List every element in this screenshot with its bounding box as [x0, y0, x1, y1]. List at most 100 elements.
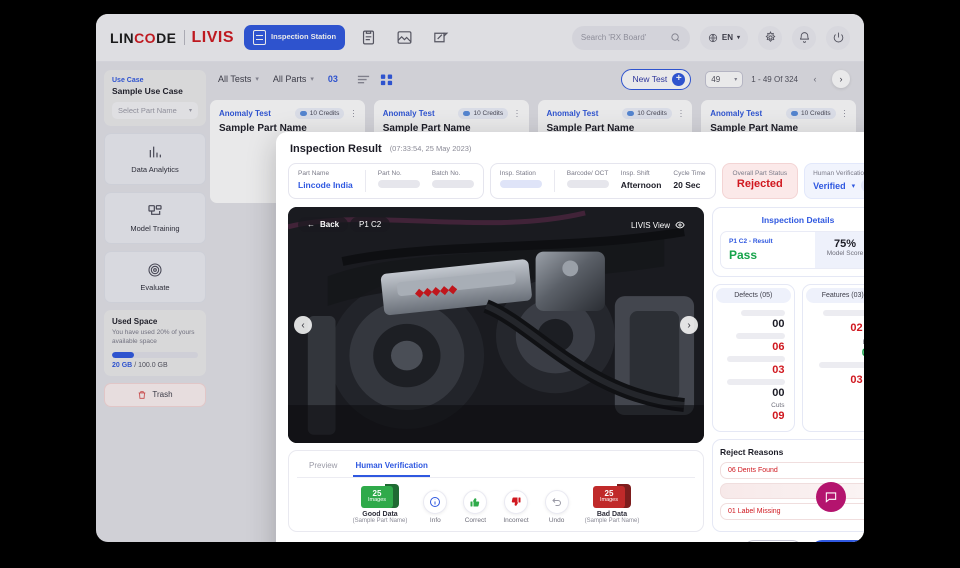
viewer-column: ◆◆◆◆◆ ← Back P1 C2 LIVIS View ‹ › Previe… [288, 207, 704, 532]
reject-reason-item[interactable]: 06 Dents Found [720, 462, 864, 479]
feature-item: 03+2 [812, 362, 865, 388]
modal-footer: Cancel Export [276, 540, 864, 542]
feature-item: 02+1 [812, 310, 865, 336]
model-score-label: Model Score [826, 250, 864, 257]
defect-name-placeholder [727, 356, 785, 362]
defect-name-placeholder [735, 333, 785, 339]
folder-front: 25 Images [361, 486, 393, 508]
modal-title: Inspection Result [290, 142, 382, 155]
viewer-tabs: Preview Human Verification [297, 456, 695, 478]
bad-data-sub: (Sample Part Name) [584, 518, 640, 524]
back-button[interactable]: ← Back [298, 217, 349, 232]
part-name-field: Part Name Lincode India [298, 170, 353, 192]
undo-button[interactable]: Undo [544, 490, 569, 524]
result-cell: P1 C2 - Result Pass [721, 232, 815, 268]
verified-check-icon: ✓ [861, 179, 864, 192]
bad-data-folder-icon: 25 Images [592, 483, 631, 509]
defect-item: Cuts 09 [722, 402, 785, 422]
tab-human-verification[interactable]: Human Verification [353, 456, 430, 477]
bad-data-label: Bad Data [596, 511, 628, 518]
tab-preview[interactable]: Preview [307, 456, 339, 477]
insp-station-value-placeholder [499, 180, 542, 188]
cancel-button[interactable]: Cancel [742, 540, 804, 542]
thumbs-down-icon [503, 490, 528, 514]
defect-name-placeholder [740, 310, 785, 316]
batch-no-label: Batch No. [431, 170, 461, 177]
undo-icon [544, 490, 569, 514]
feature-name: Bolt [812, 339, 864, 346]
insp-shift-value: Afternoon [620, 180, 662, 190]
inspection-details-title: Inspection Details [761, 215, 835, 225]
defect-value: 03 [772, 364, 785, 376]
part-name-value: Lincode India [298, 180, 353, 190]
part-no-label: Part No. [377, 170, 402, 177]
features-header: Features (03) [805, 288, 864, 303]
correct-button[interactable]: Correct [463, 490, 488, 524]
defect-item: 03 [722, 356, 785, 376]
feature-value: 06 [812, 347, 864, 359]
feature-value-row: 02+1 [812, 318, 865, 336]
good-data-unit: Images [367, 497, 387, 504]
good-data-label: Good Data [362, 511, 398, 518]
app-window: LINCODE LIVIS Inspection Station EN ▾ [96, 14, 864, 542]
features-list: 02+1 Bolt 06 03+2 [803, 306, 865, 392]
cycle-time-field: Cycle Time 20 Sec [673, 170, 705, 192]
eye-icon [675, 221, 685, 229]
divider [553, 170, 555, 192]
undo-label: Undo [548, 517, 565, 524]
info-icon [423, 490, 448, 514]
inspection-image-viewer[interactable]: ◆◆◆◆◆ ← Back P1 C2 LIVIS View ‹ › [288, 207, 704, 443]
batch-no-value-placeholder [431, 180, 474, 188]
defect-name: Cuts [771, 402, 785, 409]
divider [364, 170, 366, 192]
modal-header: Inspection Result (07:33:54, 25 May 2023… [276, 132, 864, 161]
bad-data-folder[interactable]: 25 Images Bad Data (Sample Part Name) [584, 483, 640, 524]
back-arrow-icon: ← [307, 220, 315, 229]
human-verification-label: Human Verification [813, 170, 864, 177]
inspection-details-card: Inspection Details P1 C2 - Result Pass 7… [712, 207, 864, 277]
feature-value-row: 03+2 [812, 370, 865, 388]
inspection-result-modal: Inspection Result (07:33:54, 25 May 2023… [276, 132, 864, 542]
feature-name-placeholder [819, 362, 864, 368]
prev-image-button[interactable]: ‹ [294, 316, 312, 334]
defects-list: 00 06 03 00 Cuts 09 [713, 306, 794, 426]
incorrect-button[interactable]: Incorrect [503, 490, 529, 524]
export-button[interactable]: Export [811, 540, 864, 542]
part-no-field: Part No. [377, 170, 420, 192]
good-data-folder[interactable]: 25 Images Good Data (Sample Part Name) [353, 483, 407, 524]
defects-column: Defects (05) 00 06 03 00 Cuts 09 [712, 284, 795, 432]
features-column: Features (03) 02+1 Bolt 06 [801, 284, 865, 432]
incorrect-label: Incorrect [503, 517, 529, 524]
model-score-cell: 75% Model Score [815, 232, 864, 268]
part-no-value-placeholder [377, 180, 420, 188]
result-label: P1 C2 - Result [729, 238, 773, 245]
next-image-button[interactable]: › [680, 316, 698, 334]
defect-value: 00 [772, 318, 785, 330]
camera-chip[interactable]: P1 C2 [350, 217, 391, 232]
part-name-label: Part Name [298, 170, 330, 177]
info-button[interactable]: Info [423, 490, 448, 524]
verification-bar: Preview Human Verification 25 Images Goo… [288, 450, 704, 532]
thumbs-up-icon [463, 490, 488, 514]
station-info-box: Insp. Station Barcode/ OCT Insp. Shift A… [489, 163, 716, 199]
batch-no-field: Batch No. [431, 170, 474, 192]
chat-button[interactable] [816, 482, 846, 512]
modal-timestamp: (07:33:54, 25 May 2023) [389, 144, 472, 153]
defect-item: 00 [722, 379, 785, 399]
bad-data-unit: Images [599, 497, 618, 504]
status-badge: Rejected [736, 178, 783, 190]
defect-value: 09 [772, 410, 785, 422]
defect-value: 00 [772, 387, 785, 399]
human-verification-value: Verified [813, 180, 846, 191]
chevron-down-icon[interactable]: ▾ [852, 182, 856, 190]
engine-photo: ◆◆◆◆◆ [288, 207, 704, 443]
chat-icon [825, 492, 837, 503]
reject-reasons-title: Reject Reasons [720, 447, 784, 457]
info-strip: Part Name Lincode India Part No. Batch N… [276, 161, 864, 207]
defect-name-placeholder [727, 379, 785, 385]
defect-item: 06 [722, 333, 785, 353]
defect-value: 06 [772, 341, 785, 353]
verification-actions: 25 Images Good Data (Sample Part Name) I… [297, 478, 695, 524]
livis-view-toggle[interactable]: LIVIS View [622, 217, 694, 233]
feature-value: 02 [850, 322, 863, 334]
